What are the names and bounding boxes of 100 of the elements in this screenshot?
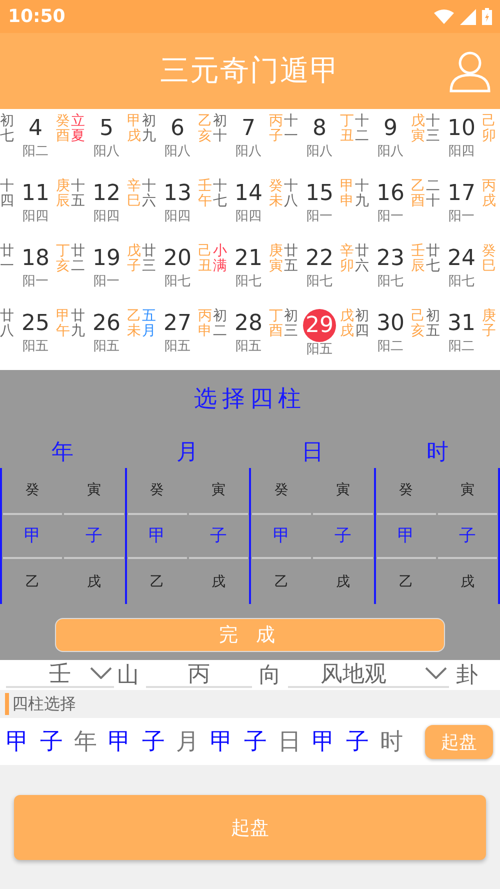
day-number[interactable]: 19 xyxy=(92,244,122,274)
wheel-item[interactable]: 癸 xyxy=(3,468,62,513)
lunar-date: 廿七 xyxy=(426,244,440,274)
stem-text[interactable]: 甲 xyxy=(108,726,142,757)
branch-text[interactable]: 子 xyxy=(244,726,278,757)
day-number[interactable]: 7 xyxy=(234,114,264,144)
ju-label: 阳七 xyxy=(378,274,404,290)
stem-text[interactable]: 甲 xyxy=(312,726,346,757)
day-number[interactable]: 5 xyxy=(92,114,122,144)
ganzhi-label: 甲午 xyxy=(56,309,70,339)
day-number[interactable]: 11 xyxy=(20,179,50,209)
lunar-date: 廿八 xyxy=(0,309,14,339)
pillar-heading: 日 xyxy=(300,439,324,467)
wheel-item[interactable]: 乙 xyxy=(128,559,187,604)
day-number[interactable]: 30 xyxy=(376,309,406,339)
ganzhi-label: 己卯 xyxy=(482,114,496,144)
day-number[interactable]: 31 xyxy=(446,309,476,339)
wheel-item[interactable]: 癸 xyxy=(252,468,312,513)
ganzhi-label: 癸酉 xyxy=(56,114,70,144)
day-number[interactable]: 8 xyxy=(304,114,334,144)
lunar-date: 二十 xyxy=(426,179,440,209)
wheel-item[interactable]: 戌 xyxy=(188,559,248,604)
day-number[interactable]: 6 xyxy=(162,114,192,144)
ganzhi-label: 丁酉 xyxy=(269,309,283,339)
ganzhi-label: 戊戌 xyxy=(340,309,354,339)
lunar-date: 初十 xyxy=(213,114,227,144)
day-number[interactable]: 26 xyxy=(92,309,122,339)
ganzhi-label: 乙未 xyxy=(127,309,141,339)
mountain-label: 山 xyxy=(116,662,140,690)
lunar-date: 廿六 xyxy=(355,244,369,274)
wheel-item[interactable]: 癸 xyxy=(128,468,187,513)
day-number[interactable]: 15 xyxy=(304,179,334,209)
ganzhi-label: 辛巳 xyxy=(127,179,141,209)
status-time: 10:50 xyxy=(8,6,66,27)
ganzhi-label: 甲申 xyxy=(340,179,354,209)
stem-text[interactable]: 甲 xyxy=(6,726,40,757)
lunar-date: 十六 xyxy=(142,179,156,209)
day-number[interactable]: 16 xyxy=(376,179,406,209)
pillar-unit: 年 xyxy=(74,728,98,757)
day-number[interactable]: 18 xyxy=(20,244,50,274)
ju-label: 阳二 xyxy=(448,339,474,355)
ju-label: 阳四 xyxy=(448,144,474,160)
branch-text[interactable]: 子 xyxy=(346,726,380,757)
battery-icon xyxy=(482,8,492,25)
chevron-down-icon xyxy=(425,667,447,679)
mountain-dropdown[interactable]: 壬 xyxy=(6,662,114,688)
day-number[interactable]: 12 xyxy=(92,179,122,209)
wheel-item[interactable]: 戌 xyxy=(438,559,497,604)
ganzhi-label: 壬辰 xyxy=(411,244,425,274)
wheel-item[interactable]: 寅 xyxy=(313,468,372,513)
day-number[interactable]: 13 xyxy=(162,179,192,209)
wheel-item[interactable]: 寅 xyxy=(64,468,124,513)
day-number[interactable]: 9 xyxy=(376,114,406,144)
ganzhi-label: 乙亥 xyxy=(198,114,212,144)
ju-label: 阳一 xyxy=(448,209,474,225)
day-number[interactable]: 14 xyxy=(234,179,264,209)
day-number[interactable]: 28 xyxy=(234,309,264,339)
lunar-date: 十九 xyxy=(355,179,369,209)
branch-text[interactable]: 子 xyxy=(142,726,176,757)
wheel-item[interactable]: 乙 xyxy=(252,559,312,604)
ju-label: 阳四 xyxy=(22,209,48,225)
ju-label: 阳七 xyxy=(306,274,332,290)
ju-label: 阳四 xyxy=(236,209,262,225)
day-number[interactable]: 27 xyxy=(162,309,192,339)
wheel-item[interactable]: 寅 xyxy=(438,468,497,513)
ju-label: 阳五 xyxy=(94,339,120,355)
wheel-item[interactable]: 乙 xyxy=(376,559,436,604)
ganzhi-label: 甲戌 xyxy=(127,114,141,144)
day-number[interactable]: 21 xyxy=(234,244,264,274)
wheel-item[interactable]: 癸 xyxy=(376,468,436,513)
ju-label: 阳五 xyxy=(22,339,48,355)
day-number[interactable]: 23 xyxy=(376,244,406,274)
lunar-date: 十三 xyxy=(426,114,440,144)
ganzhi-label: 庚寅 xyxy=(269,244,283,274)
branch-text[interactable]: 子 xyxy=(40,726,74,757)
pillar-unit: 时 xyxy=(380,728,404,757)
day-number[interactable]: 4 xyxy=(20,114,50,144)
wheel-item[interactable]: 戌 xyxy=(313,559,372,604)
ju-label: 阳七 xyxy=(164,274,190,290)
gua-dropdown[interactable]: 风地观 xyxy=(288,662,449,688)
lunar-date: 十一 xyxy=(284,114,298,144)
ganzhi-label: 丙子 xyxy=(269,114,283,144)
stem-text[interactable]: 甲 xyxy=(210,726,244,757)
gua-label: 卦 xyxy=(455,662,479,690)
day-number[interactable]: 10 xyxy=(446,114,476,144)
facing-field[interactable]: 丙 xyxy=(146,662,252,688)
section-title: 四柱选择 xyxy=(12,694,76,714)
ganzhi-label: 戊子 xyxy=(127,244,141,274)
wheel-item[interactable]: 戌 xyxy=(64,559,124,604)
day-number[interactable]: 20 xyxy=(162,244,192,274)
day-number[interactable]: 17 xyxy=(446,179,476,209)
pillar-unit: 日 xyxy=(278,728,302,757)
wheel-item[interactable]: 乙 xyxy=(3,559,62,604)
day-number[interactable]: 25 xyxy=(20,309,50,339)
day-number[interactable]: 22 xyxy=(304,244,334,274)
day-number[interactable]: 24 xyxy=(446,244,476,274)
day-number[interactable]: 29 xyxy=(303,309,336,342)
user-icon[interactable] xyxy=(448,49,492,93)
ju-label: 阳一 xyxy=(306,209,332,225)
wheel-item[interactable]: 寅 xyxy=(188,468,248,513)
